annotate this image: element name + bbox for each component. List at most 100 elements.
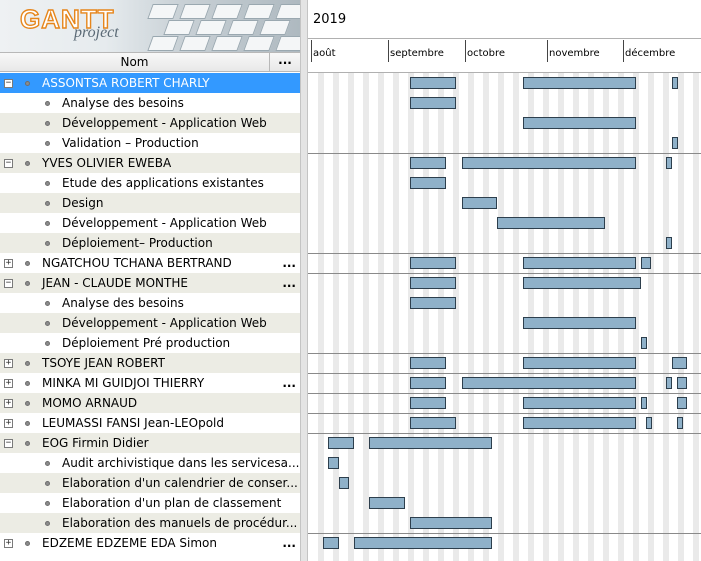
task-row[interactable]: Elaboration d'un calendrier de conser... [0, 473, 300, 493]
summary-task-bar[interactable] [369, 437, 492, 449]
expand-icon[interactable]: + [4, 539, 13, 548]
summary-task-bar[interactable] [410, 157, 446, 169]
summary-task-bar[interactable] [410, 357, 446, 369]
task-row-group[interactable]: − EOG Firmin Didier [0, 433, 300, 453]
column-header-name[interactable]: Nom [0, 53, 270, 71]
task-bar[interactable] [497, 217, 605, 229]
task-bar[interactable] [410, 97, 456, 109]
panel-splitter[interactable] [300, 0, 308, 561]
summary-task-bar[interactable] [523, 417, 636, 429]
tree-header: Nom ... [0, 52, 300, 72]
task-bar[interactable] [410, 517, 492, 529]
weekend-column [408, 73, 414, 561]
summary-task-bar[interactable] [677, 417, 683, 429]
task-bar[interactable] [666, 237, 672, 249]
collapse-icon[interactable]: − [4, 79, 13, 88]
summary-task-bar[interactable] [666, 377, 672, 389]
summary-task-bar[interactable] [462, 157, 636, 169]
task-row-group[interactable]: + LEUMASSI FANSI Jean-LEOpold [0, 413, 300, 433]
column-options-button[interactable]: ... [270, 53, 300, 71]
task-row[interactable]: Validation – Production [0, 133, 300, 153]
month-label: décembre [625, 48, 676, 59]
summary-task-bar[interactable] [677, 397, 687, 409]
group-separator [308, 533, 701, 534]
expand-icon[interactable]: + [4, 399, 13, 408]
task-name: Elaboration des manuels de procédur... [62, 516, 298, 530]
task-row-group[interactable]: + MINKA MI GUIDJOI THIERRY... [0, 373, 300, 393]
task-row[interactable]: Développement - Application Web [0, 113, 300, 133]
summary-task-bar[interactable] [410, 377, 446, 389]
task-row-group[interactable]: − YVES OLIVIER EWEBA [0, 153, 300, 173]
task-bullet-icon [45, 221, 50, 226]
task-bar[interactable] [339, 477, 349, 489]
task-bar[interactable] [369, 497, 405, 509]
summary-task-bar[interactable] [666, 157, 672, 169]
summary-task-bar[interactable] [641, 257, 651, 269]
summary-task-bar[interactable] [328, 437, 354, 449]
weekend-column [468, 73, 474, 561]
task-row[interactable]: Elaboration des manuels de procédur... [0, 513, 300, 533]
task-bar[interactable] [523, 117, 636, 129]
collapse-icon[interactable]: − [4, 439, 13, 448]
task-bar[interactable] [523, 317, 636, 329]
summary-task-bar[interactable] [523, 357, 636, 369]
weekend-column [423, 73, 429, 561]
task-row[interactable]: Déploiement Pré production [0, 333, 300, 353]
expand-icon[interactable]: + [4, 419, 13, 428]
task-row[interactable]: Analyse des besoins [0, 293, 300, 313]
task-row[interactable]: Audit archivistique dans les servicesa..… [0, 453, 300, 473]
task-row-group[interactable]: + MOMO ARNAUD [0, 393, 300, 413]
weekend-column [693, 73, 699, 561]
summary-task-bar[interactable] [646, 417, 652, 429]
summary-task-bar[interactable] [672, 77, 678, 89]
task-row[interactable]: Développement - Application Web [0, 313, 300, 333]
summary-task-bar[interactable] [523, 397, 636, 409]
task-row-group[interactable]: − JEAN - CLAUDE MONTHE... [0, 273, 300, 293]
summary-task-bar[interactable] [410, 257, 456, 269]
summary-task-bar[interactable] [354, 537, 492, 549]
task-row[interactable]: Etude des applications existantes [0, 173, 300, 193]
month-label: octobre [467, 48, 506, 59]
summary-task-bar[interactable] [410, 417, 456, 429]
expand-icon[interactable]: + [4, 359, 13, 368]
task-bullet-icon [45, 301, 50, 306]
group-separator [308, 353, 701, 354]
task-tree: − ASSONTSA ROBERT CHARLY Analyse des besoi… [0, 73, 300, 553]
task-bullet-icon [25, 261, 30, 266]
summary-task-bar[interactable] [523, 277, 641, 289]
summary-task-bar[interactable] [641, 397, 647, 409]
group-separator [308, 373, 701, 374]
task-row-group[interactable]: + EDZEME EDZEME EDA Simon... [0, 533, 300, 553]
task-bar[interactable] [641, 337, 647, 349]
expand-icon[interactable]: + [4, 379, 13, 388]
task-row[interactable]: Déploiement– Production [0, 233, 300, 253]
summary-task-bar[interactable] [410, 277, 456, 289]
collapse-icon[interactable]: − [4, 159, 13, 168]
task-row-group[interactable]: + TSOYE JEAN ROBERT [0, 353, 300, 373]
weekend-column [393, 73, 399, 561]
summary-task-bar[interactable] [323, 537, 339, 549]
summary-task-bar[interactable] [677, 377, 687, 389]
task-row[interactable]: Design [0, 193, 300, 213]
task-row[interactable]: Elaboration d'un plan de classement [0, 493, 300, 513]
task-row[interactable]: Développement - Application Web [0, 213, 300, 233]
summary-task-bar[interactable] [462, 377, 636, 389]
task-row-group[interactable]: − ASSONTSA ROBERT CHARLY [0, 73, 300, 93]
summary-task-bar[interactable] [523, 77, 636, 89]
collapse-icon[interactable]: − [4, 279, 13, 288]
summary-task-bar[interactable] [410, 77, 456, 89]
task-row[interactable]: Analyse des besoins [0, 93, 300, 113]
task-tree-panel: GANTT project Nom ... − ASSONTSA ROBERT C… [0, 0, 300, 561]
task-bar[interactable] [462, 197, 497, 209]
summary-task-bar[interactable] [410, 397, 446, 409]
task-row-group[interactable]: + NGATCHOU TCHANA BERTRAND... [0, 253, 300, 273]
task-bar[interactable] [410, 297, 456, 309]
task-bar[interactable] [328, 457, 339, 469]
expand-icon[interactable]: + [4, 259, 13, 268]
task-name: Déploiement Pré production [62, 336, 231, 350]
task-bar[interactable] [672, 137, 678, 149]
summary-task-bar[interactable] [523, 257, 636, 269]
summary-task-bar[interactable] [672, 357, 687, 369]
task-name: Etude des applications existantes [62, 176, 264, 190]
task-bar[interactable] [410, 177, 446, 189]
